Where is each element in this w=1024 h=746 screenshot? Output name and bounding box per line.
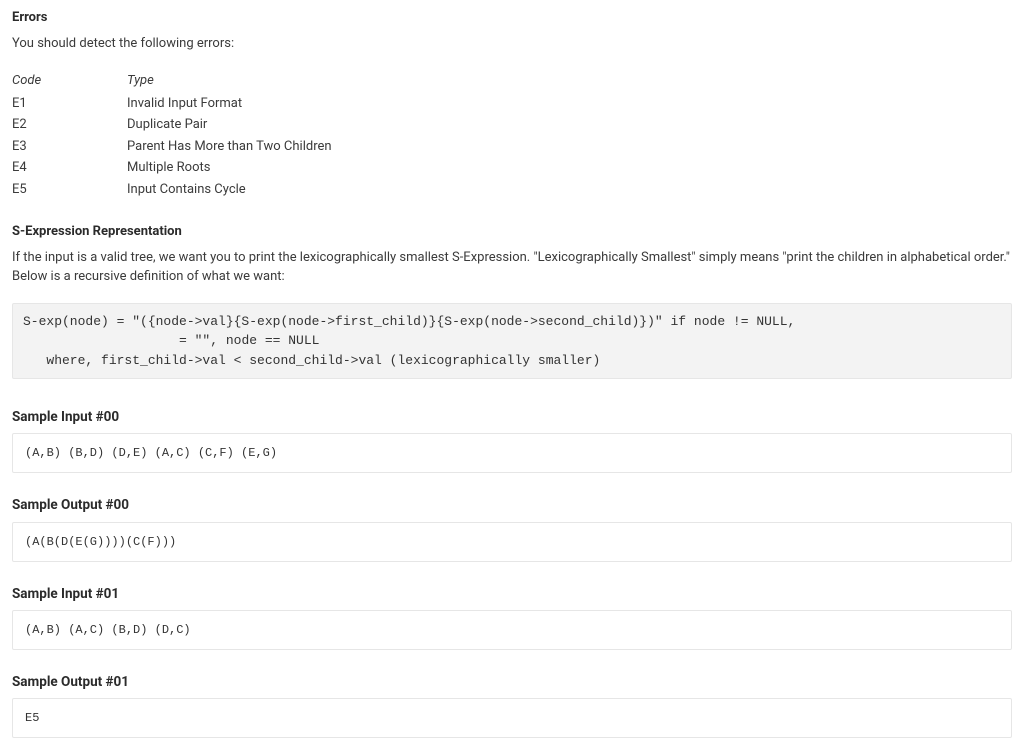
col-header-type: Type [127,69,332,93]
table-row: E5 Input Contains Cycle [12,179,332,201]
sample-content: (A,B) (B,D) (D,E) (A,C) (C,F) (E,G) [12,433,1012,473]
error-type: Parent Has More than Two Children [127,136,332,158]
table-row: E3 Parent Has More than Two Children [12,136,332,158]
sample-content: (A,B) (A,C) (B,D) (D,C) [12,610,1012,650]
errors-table: Code Type E1 Invalid Input Format E2 Dup… [12,69,332,200]
error-type: Invalid Input Format [127,93,332,115]
errors-heading: Errors [12,8,1012,28]
sample-heading: Sample Output #01 [12,672,1012,692]
error-type: Multiple Roots [127,157,332,179]
table-header-row: Code Type [12,69,332,93]
sample-heading: Sample Input #01 [12,584,1012,604]
sample-heading: Sample Output #00 [12,495,1012,515]
error-code: E5 [12,179,127,201]
error-type: Input Contains Cycle [127,179,332,201]
sexp-definition: S-exp(node) = "({node->val}{S-exp(node->… [12,303,1012,380]
table-row: E4 Multiple Roots [12,157,332,179]
error-code: E1 [12,93,127,115]
sample-content: E5 [12,698,1012,738]
errors-intro: You should detect the following errors: [12,34,1012,54]
error-code: E3 [12,136,127,158]
sexp-intro: If the input is a valid tree, we want yo… [12,248,1012,287]
table-row: E2 Duplicate Pair [12,114,332,136]
error-type: Duplicate Pair [127,114,332,136]
sample-content: (A(B(D(E(G))))(C(F))) [12,522,1012,562]
col-header-code: Code [12,69,127,93]
sexp-heading: S-Expression Representation [12,222,1012,242]
error-code: E2 [12,114,127,136]
table-row: E1 Invalid Input Format [12,93,332,115]
error-code: E4 [12,157,127,179]
sample-heading: Sample Input #00 [12,407,1012,427]
